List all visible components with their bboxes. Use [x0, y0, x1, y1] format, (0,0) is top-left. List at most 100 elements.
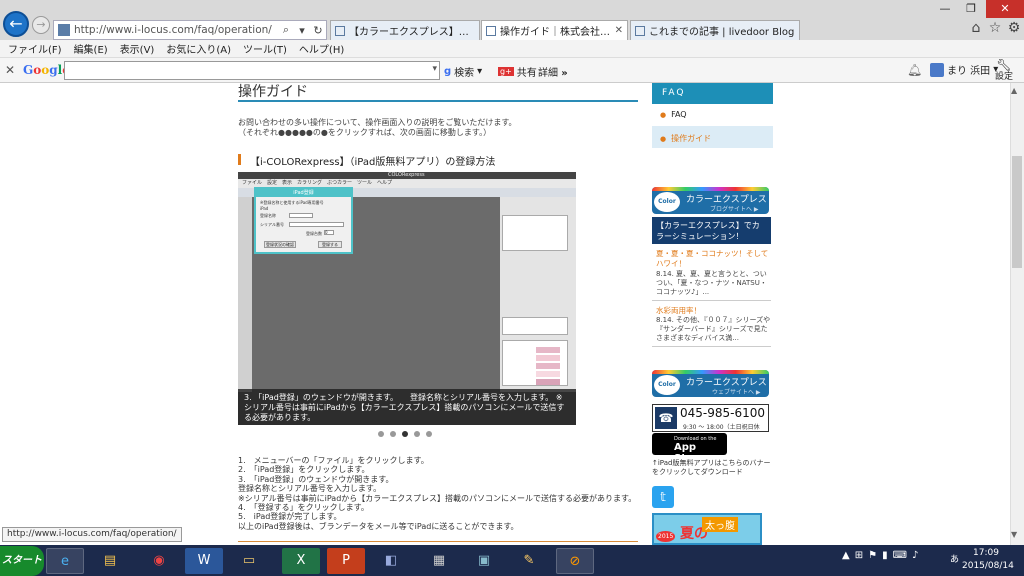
excel-icon[interactable]: X: [282, 548, 320, 574]
menu-view[interactable]: 表示(V): [120, 41, 155, 56]
photo-viewer-icon[interactable]: ▣: [465, 548, 503, 574]
windows-icon[interactable]: ⊞: [855, 550, 863, 561]
blog-post-title[interactable]: 水彩両用率！: [656, 305, 701, 316]
word-icon[interactable]: W: [185, 548, 223, 574]
blog-post-excerpt: 8.14. 夏、夏、夏と言うとと、ついつい、「夏・なつ・ナツ・NATSU・ココナ…: [656, 270, 767, 296]
address-url[interactable]: http://www.i-locus.com/faq/operation/: [74, 24, 278, 36]
step-item: 1. メニューバーの「ファイル」をクリックします。: [238, 456, 429, 465]
blog-heading-box: 【カラーエクスプレス】でカラーシミュレーション！: [652, 217, 771, 244]
calculator-icon[interactable]: ▦: [420, 548, 458, 574]
register-button[interactable]: 登録する: [318, 241, 342, 248]
scroll-thumb[interactable]: [1012, 156, 1022, 268]
flag-icon[interactable]: ⚑: [868, 550, 877, 561]
clock-time[interactable]: 17:09: [973, 548, 999, 558]
restore-button[interactable]: ❐: [958, 0, 984, 18]
name-input[interactable]: [289, 213, 313, 218]
google-search-button[interactable]: g 検索 ▾: [444, 64, 482, 79]
sidebar-item-faq[interactable]: ● FAQ: [652, 110, 773, 119]
network-icon[interactable]: ▮: [882, 550, 888, 561]
slide-dot[interactable]: [426, 431, 432, 437]
slide-dot[interactable]: [414, 431, 420, 437]
tab-operation-guide[interactable]: 操作ガイド｜株式会社インタ... ✕: [481, 20, 628, 40]
clock-date[interactable]: 2015/08/14: [962, 561, 1014, 571]
ime-indicator[interactable]: あ: [950, 552, 959, 565]
user-account-button[interactable]: まり 浜田 ▾: [930, 62, 998, 77]
steps-list: 1. メニューバーの「ファイル」をクリックします。 2. 「iPad登録」をクリ…: [238, 456, 636, 531]
powerpoint-icon[interactable]: P: [327, 548, 365, 574]
slide-dot-active[interactable]: [402, 431, 408, 437]
menu-favorites[interactable]: お気に入り(A): [166, 41, 231, 56]
tab-livedoor-blog[interactable]: これまでの記事 | livedoor Blog: [630, 20, 800, 40]
favorites-star-icon[interactable]: ☆: [986, 20, 1004, 38]
forward-button[interactable]: →: [32, 16, 50, 34]
tab-colorexpress[interactable]: 【カラーエクスプレス】でカラーシミュ...: [330, 20, 480, 40]
color-express-app-icon[interactable]: ⊘: [556, 548, 594, 574]
dialog-text: iPad: [260, 206, 269, 211]
home-icon[interactable]: ⌂: [967, 20, 985, 38]
keyboard-icon[interactable]: ⌨: [893, 550, 907, 561]
slide-caption: 3. 「iPad登録」のウェンドウが開きます。 登録名称とシリアル番号を入力しま…: [238, 389, 576, 425]
minimize-button[interactable]: —: [932, 0, 958, 18]
start-button[interactable]: スタート: [0, 546, 44, 576]
tab-close-icon[interactable]: ✕: [615, 25, 623, 36]
swatch: [536, 363, 560, 369]
tray-up-icon[interactable]: ▲: [842, 550, 850, 561]
dialog-label: 登録名称: [260, 213, 276, 218]
step-item: 3. 「iPad登録」のウェンドウが開きます。: [238, 474, 394, 484]
app-note: ↑iPad版無料アプリはこちらのバナーをクリックしてダウンロード: [652, 459, 771, 476]
menu-file[interactable]: ファイル(F): [8, 41, 62, 56]
page-scrollbar[interactable]: [1010, 83, 1024, 545]
notebook-icon[interactable]: ◧: [372, 548, 410, 574]
menu-edit[interactable]: 編集(E): [74, 41, 108, 56]
summer-campaign-banner[interactable]: 2015 夏の 太っ腹: [652, 513, 762, 545]
menu-tools[interactable]: ツール(T): [243, 41, 287, 56]
bell-icon[interactable]: 🔔︎: [907, 63, 922, 77]
site-favicon-icon: [58, 24, 70, 36]
twitter-icon[interactable]: 𝕥: [652, 486, 674, 508]
step-item: 以上のiPad登録後は、ブランデータをメール等でiPadに送ることができます。: [238, 521, 519, 531]
speaker-icon[interactable]: ♪: [912, 550, 918, 561]
back-button[interactable]: ←: [3, 11, 29, 37]
scroll-down-icon[interactable]: ▼: [1011, 530, 1017, 539]
slideshow-image[interactable]: COLORexpress ファイル 設定 表示 カラリング ぶつカラー ツール …: [238, 172, 576, 425]
serial-input[interactable]: [289, 222, 344, 227]
slide-dot[interactable]: [378, 431, 384, 437]
share-button[interactable]: g+ 共有: [498, 64, 537, 79]
arrow-left-icon: ←: [9, 14, 23, 33]
ie-icon[interactable]: e: [46, 548, 84, 574]
status-url-tooltip: http://www.i-locus.com/faq/operation/: [2, 527, 182, 542]
scroll-up-icon[interactable]: ▲: [1011, 86, 1017, 95]
chevron-down-icon[interactable]: ▾: [294, 24, 310, 37]
address-bar[interactable]: http://www.i-locus.com/faq/operation/ ⌕ …: [53, 20, 327, 40]
menu-help[interactable]: ヘルプ(H): [299, 41, 344, 56]
chrome-icon[interactable]: ◉: [140, 548, 178, 574]
app-right-panel: [500, 197, 576, 392]
google-search-input[interactable]: ▾: [64, 61, 440, 80]
website-banner[interactable]: Color express カラーエクスプレス ウェブサイトへ ▶: [652, 370, 769, 397]
blog-post-title[interactable]: 夏・夏・夏・ココナッツ！そしてハワイ！: [656, 249, 772, 269]
chevron-down-icon[interactable]: ▾: [432, 64, 437, 74]
google-toolbar: ✕ Google ▾ g 検索 ▾ g+ 共有 詳細 » 🔔︎ まり 浜田 ▾ …: [0, 58, 1024, 83]
swatch: [536, 355, 560, 361]
banner-subtitle: ウェブサイトへ ▶: [712, 389, 761, 396]
folder-icon[interactable]: ▭: [230, 548, 268, 574]
double-chevron-right-icon: »: [561, 68, 568, 79]
sidebar-item-operation-guide[interactable]: ● 操作ガイド: [652, 126, 773, 148]
app-store-badge[interactable]: Download on the App Store: [652, 433, 727, 464]
search-icon[interactable]: ⌕: [278, 23, 294, 37]
close-window-button[interactable]: ✕: [986, 0, 1024, 18]
slide-pager: [378, 431, 432, 437]
explorer-icon[interactable]: ▤: [91, 548, 129, 574]
paint-icon[interactable]: ✎: [510, 548, 548, 574]
refresh-icon[interactable]: ↻: [310, 24, 326, 37]
phone-banner[interactable]: ☎ 045-985-6100 9:30 〜 18:00（土日祝日休み）: [652, 404, 769, 440]
close-icon[interactable]: ✕: [5, 63, 15, 77]
slide-dot[interactable]: [390, 431, 396, 437]
blog-site-banner[interactable]: Color express カラーエクスプレス ブログサイトへ ▶: [652, 187, 769, 214]
gear-icon[interactable]: ⚙: [1005, 20, 1023, 38]
confirm-status-button[interactable]: 登録状況の確認: [264, 241, 296, 248]
settings-button[interactable]: 🔧︎ 設定: [995, 59, 1013, 82]
tab-label: 【カラーエクスプレス】でカラーシミュ...: [349, 27, 475, 38]
detail-button[interactable]: 詳細 »: [538, 64, 568, 79]
page-title: 操作ガイド: [238, 84, 308, 100]
